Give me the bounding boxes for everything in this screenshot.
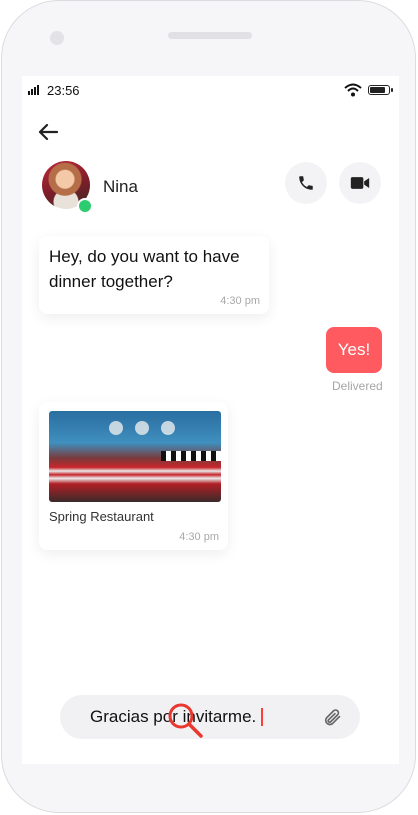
message-timestamp: 4:30 pm [220, 295, 260, 307]
status-bar: 23:56 [22, 76, 399, 106]
earpiece-speaker [168, 32, 252, 39]
message-text: Hey, do you want to have dinner together… [49, 247, 240, 291]
video-call-button[interactable] [339, 162, 381, 204]
signal-icon [28, 85, 42, 95]
video-camera-icon [350, 177, 370, 189]
phone-frame: 23:56 Nina Hey, do you want to have dinn… [1, 0, 416, 813]
contact-name: Nina [103, 177, 138, 196]
message-text: Yes! [337, 340, 371, 359]
back-arrow-icon[interactable] [36, 122, 60, 142]
delivery-status: Delivered [332, 379, 383, 393]
voice-call-button[interactable] [285, 162, 327, 204]
incoming-message-bubble: Hey, do you want to have dinner together… [39, 236, 269, 314]
magnifier-icon [168, 703, 203, 738]
wifi-icon [344, 83, 362, 97]
phone-icon [299, 176, 313, 190]
message-input[interactable]: Gracias por invitarme. [60, 695, 360, 739]
message-timestamp: 4:30 pm [179, 531, 219, 543]
paperclip-icon[interactable] [322, 706, 342, 728]
outgoing-message-bubble: Yes! [326, 327, 382, 373]
battery-icon [368, 85, 393, 95]
incoming-image-message[interactable]: Spring Restaurant 4:30 pm [39, 402, 228, 550]
text-caret [261, 708, 263, 726]
chat-screen: 23:56 Nina Hey, do you want to have dinn… [22, 76, 399, 764]
restaurant-photo[interactable] [49, 411, 221, 502]
online-status-dot [77, 198, 93, 214]
status-time: 23:56 [47, 83, 80, 98]
image-caption: Spring Restaurant [49, 509, 154, 524]
front-camera [50, 31, 64, 45]
